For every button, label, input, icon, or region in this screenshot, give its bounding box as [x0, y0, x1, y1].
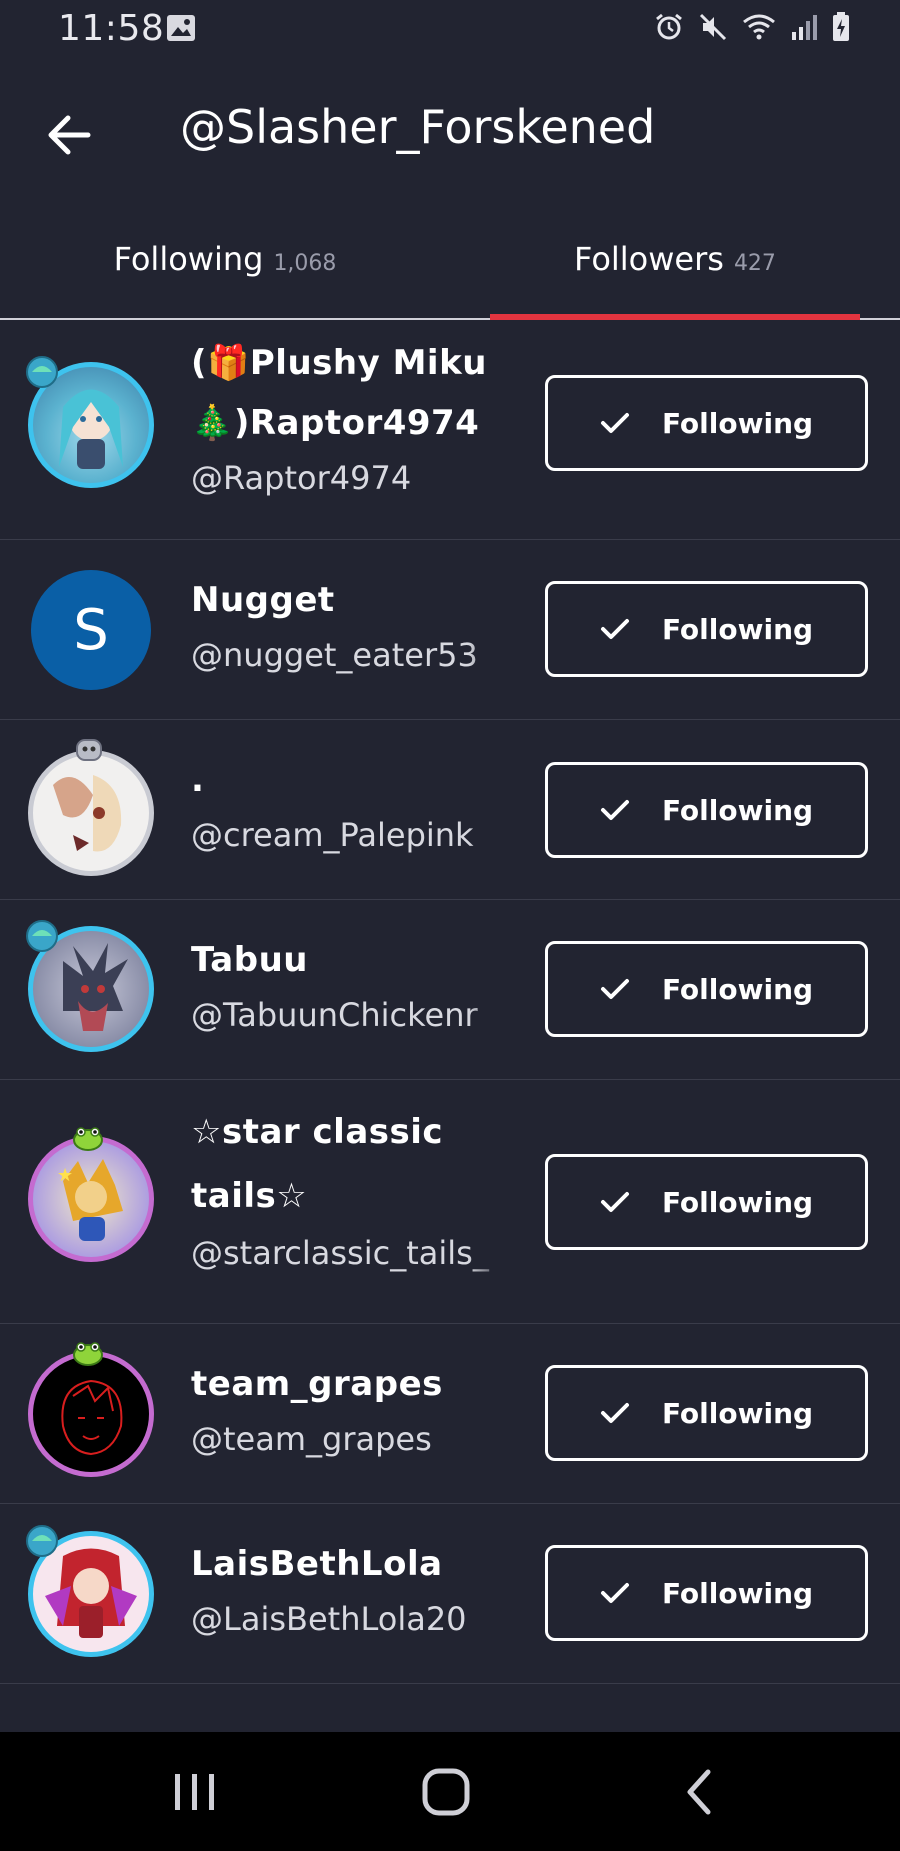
list-item[interactable]: S Nugget @nugget_eater53 Following [0, 540, 900, 720]
handle: @cream_Palepink [191, 816, 474, 854]
list-item[interactable]: LaisBethLola @LaisBethLola20 Following [0, 1504, 900, 1684]
user-text: team_grapes @team_grapes [191, 1354, 506, 1464]
display-name: team_grapes [191, 1364, 443, 1404]
handle: @team_grapes [191, 1420, 432, 1458]
following-button[interactable]: Following [545, 1154, 868, 1250]
header: @Slasher_Forskened [0, 80, 900, 180]
check-icon [600, 1192, 629, 1212]
tab-following[interactable]: Following 1,068 [60, 240, 390, 300]
frame-badge-icon [76, 739, 102, 761]
button-label: Following [661, 1185, 814, 1219]
signal-icon [792, 15, 817, 40]
button-label: Following [661, 612, 814, 646]
check-icon [600, 413, 629, 433]
tab-count: 427 [733, 251, 776, 276]
user-text: ☆star classic tails☆ @starclassic_tails_ [191, 1100, 506, 1278]
check-icon [600, 979, 629, 999]
recent-apps-icon[interactable] [165, 1762, 225, 1822]
frame-badge-icon [26, 920, 58, 952]
wifi-icon [743, 14, 775, 40]
status-time: 11:58 [58, 8, 165, 49]
gallery-icon [167, 15, 195, 41]
tab-label: Followers [574, 240, 724, 278]
button-label: Following [661, 1576, 814, 1610]
list-item[interactable]: team_grapes @team_grapes Following [0, 1324, 900, 1504]
button-label: Following [661, 1396, 814, 1430]
button-label: Following [661, 406, 814, 440]
following-button[interactable]: Following [545, 941, 868, 1037]
check-icon [600, 1583, 629, 1603]
display-name: . [191, 760, 205, 800]
frame-badge-icon [26, 1525, 58, 1557]
frame-badge-icon [26, 356, 58, 388]
battery-charging-icon [833, 12, 849, 41]
user-text: LaisBethLola @LaisBethLola20 [191, 1534, 506, 1644]
tabs: Following 1,068 Followers 427 [0, 210, 900, 320]
user-text: . @cream_Palepink [191, 750, 506, 860]
handle: @nugget_eater53 [191, 636, 478, 674]
avatar[interactable] [26, 920, 154, 1052]
avatar[interactable]: S [28, 567, 154, 693]
tab-label: Following [113, 240, 264, 278]
button-label: Following [661, 793, 814, 827]
tab-count: 1,068 [273, 251, 337, 276]
avatar[interactable] [28, 739, 154, 876]
avatar-letter: S [31, 570, 151, 690]
following-button[interactable]: Following [545, 1545, 868, 1641]
display-name: ☆star classic tails☆ [191, 1112, 444, 1216]
list-item[interactable]: ★ ☆star classic tails☆ @starclassic_tail… [0, 1080, 900, 1324]
status-bar: 11:58 [0, 0, 900, 60]
following-button[interactable]: Following [545, 581, 868, 677]
avatar[interactable] [26, 356, 154, 488]
frame-badge-icon [73, 1127, 103, 1151]
handle: @LaisBethLola20 [191, 1600, 467, 1638]
arrow-left-icon[interactable] [40, 105, 100, 165]
list-item[interactable]: Tabuu @TabuunChickenr Following [0, 900, 900, 1080]
following-button[interactable]: Following [545, 762, 868, 858]
list-item[interactable]: (🎁Plushy Miku 🎄)Raptor4974 @Raptor4974 F… [0, 320, 900, 540]
frame-badge-icon [73, 1342, 103, 1366]
handle: @Raptor4974 [191, 459, 412, 497]
home-icon[interactable] [416, 1762, 476, 1822]
svg-text:★: ★ [57, 1165, 73, 1186]
display-name: (🎁Plushy Miku 🎄)Raptor4974 [191, 343, 487, 443]
avatar[interactable]: ★ [28, 1127, 154, 1262]
page-title: @Slasher_Forskened [180, 100, 656, 154]
navigation-bar [0, 1732, 900, 1851]
display-name: Nugget [191, 580, 335, 620]
following-button[interactable]: Following [545, 1365, 868, 1461]
tab-followers[interactable]: Followers 427 [490, 240, 860, 300]
user-text: Tabuu @TabuunChickenr [191, 930, 506, 1040]
button-label: Following [661, 972, 814, 1006]
alarm-icon [656, 13, 682, 40]
back-icon[interactable] [670, 1762, 730, 1822]
user-text: (🎁Plushy Miku 🎄)Raptor4974 @Raptor4974 [191, 333, 506, 503]
user-text: Nugget @nugget_eater53 [191, 570, 506, 680]
list-item[interactable]: . @cream_Palepink Following [0, 720, 900, 900]
display-name: Tabuu [191, 940, 309, 980]
avatar[interactable] [26, 1525, 154, 1657]
avatar[interactable] [28, 1342, 154, 1477]
followers-list[interactable]: (🎁Plushy Miku 🎄)Raptor4974 @Raptor4974 F… [0, 320, 900, 1684]
check-icon [600, 1403, 629, 1423]
following-button[interactable]: Following [545, 375, 868, 471]
display-name: LaisBethLola [191, 1544, 443, 1584]
handle: @starclassic_tails_ [191, 1234, 489, 1272]
check-icon [600, 800, 629, 820]
check-icon [600, 619, 629, 639]
mute-icon [699, 13, 727, 41]
handle: @TabuunChickenr [191, 996, 478, 1034]
